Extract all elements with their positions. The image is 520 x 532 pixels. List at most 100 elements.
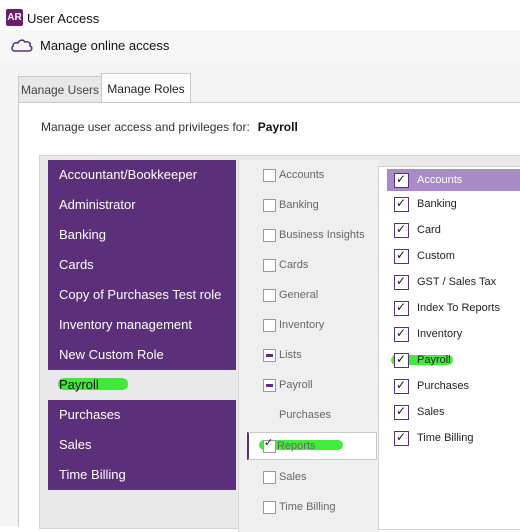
instruction-text: Manage user access and privileges for: Pa… <box>41 120 298 134</box>
checkbox-checked[interactable]: ✓ <box>394 430 409 446</box>
window-title: User Access <box>27 11 100 26</box>
area-item[interactable]: Banking <box>239 190 379 220</box>
role-item[interactable]: New Custom Role <box>48 340 236 370</box>
checkbox[interactable] <box>263 229 276 242</box>
area-item[interactable]: Time Billing <box>239 492 379 522</box>
cloud-icon <box>11 39 33 52</box>
checkbox-checked[interactable]: ✓ <box>394 222 409 238</box>
permission-label: Index To Reports <box>417 302 500 314</box>
role-item[interactable]: Administrator <box>48 190 236 220</box>
tabs-area: Manage Users Manage Roles Manage user ac… <box>0 62 520 532</box>
role-item[interactable]: Inventory management <box>48 310 236 340</box>
area-label: Purchases <box>279 409 331 421</box>
role-item[interactable]: Accountant/Bookkeeper <box>48 160 236 190</box>
checkbox-checked[interactable]: ✓ <box>394 300 409 316</box>
role-item[interactable]: Sales <box>48 430 236 460</box>
area-label: General <box>279 289 319 301</box>
permission-label: Accounts <box>417 174 463 186</box>
checkmark-icon: ✓ <box>396 274 407 288</box>
permission-item[interactable]: ✓ GST / Sales Tax <box>379 269 520 295</box>
area-label: Cards <box>279 259 309 271</box>
checkbox[interactable] <box>263 319 276 332</box>
checkbox-checked[interactable]: ✓ <box>263 437 276 453</box>
content-panel: Manage user access and privileges for: Pa… <box>18 102 520 532</box>
checkbox-checked[interactable]: ✓ <box>394 352 409 368</box>
area-label: Accounts <box>279 169 325 181</box>
area-label: Reports <box>277 440 316 452</box>
page-header: Manage online access <box>0 30 520 63</box>
area-item[interactable]: Payroll <box>239 370 379 400</box>
role-item[interactable]: Purchases <box>48 400 236 430</box>
tab-manage-roles[interactable]: Manage Roles <box>101 73 191 104</box>
checkbox-checked[interactable]: ✓ <box>394 274 409 290</box>
area-item[interactable]: Cards <box>239 250 379 280</box>
checkbox-checked[interactable]: ✓ <box>394 404 409 420</box>
checkmark-icon: ✓ <box>396 172 407 186</box>
area-label: Payroll <box>279 379 313 391</box>
permission-item[interactable]: ✓ Banking <box>379 191 520 217</box>
area-item[interactable]: Inventory <box>239 310 379 340</box>
role-item[interactable]: Copy of Purchases Test role <box>48 280 236 310</box>
area-item[interactable]: Purchases <box>239 400 379 430</box>
role-item[interactable]: Cards <box>48 250 236 280</box>
permission-label: Inventory <box>417 328 463 340</box>
checkbox[interactable] <box>263 199 276 212</box>
permission-label: Payroll <box>417 354 451 366</box>
checkbox[interactable] <box>263 169 276 182</box>
checkbox[interactable] <box>263 289 276 302</box>
checkmark-icon: ✓ <box>396 430 407 444</box>
permission-label: Purchases <box>417 380 469 392</box>
page-title: Manage online access <box>40 38 170 53</box>
checkbox-checked[interactable]: ✓ <box>394 326 409 342</box>
role-item[interactable]: Banking <box>48 220 236 250</box>
permission-item[interactable]: ✓ Card <box>379 217 520 243</box>
area-item[interactable]: Business Insights <box>239 220 379 250</box>
area-label: Sales <box>279 471 307 483</box>
permission-item[interactable]: ✓ Purchases <box>379 373 520 399</box>
checkbox-checked[interactable]: ✓ <box>394 378 409 394</box>
permissions-list: ✓ Accounts ✓ Banking ✓ Card ✓ Custom ✓ GST / … <box>378 166 520 530</box>
area-item[interactable]: Lists <box>239 340 379 370</box>
checkmark-icon: ✓ <box>396 196 407 210</box>
area-item[interactable]: Sales <box>239 462 379 492</box>
instruction-label: Manage user access and privileges for: <box>41 120 250 134</box>
permission-item[interactable]: ✓ Index To Reports <box>379 295 520 321</box>
checkbox[interactable] <box>263 471 276 484</box>
checkbox-checked[interactable]: ✓ <box>394 248 409 264</box>
role-item[interactable]: Time Billing <box>48 460 236 490</box>
role-item-selected[interactable]: Payroll <box>48 370 236 400</box>
app-logo-icon: AR <box>6 9 23 26</box>
checkbox-partial[interactable] <box>263 349 276 362</box>
area-label: Time Billing <box>279 501 336 513</box>
checkbox[interactable] <box>263 259 276 272</box>
area-label: Banking <box>279 199 319 211</box>
permission-label: GST / Sales Tax <box>417 276 497 288</box>
checkbox-checked[interactable]: ✓ <box>394 196 409 212</box>
permission-item[interactable]: ✓ Time Billing <box>379 425 520 451</box>
checkmark-icon: ✓ <box>396 248 407 262</box>
permission-item[interactable]: ✓ Sales <box>379 399 520 425</box>
roles-editor: Accountant/Bookkeeper Administrator Bank… <box>39 155 520 532</box>
checkbox-partial[interactable] <box>263 379 276 392</box>
area-item[interactable]: General <box>239 280 379 310</box>
permission-item[interactable]: ✓ Payroll <box>379 347 520 373</box>
permission-item[interactable]: ✓ Inventory <box>379 321 520 347</box>
checkbox-checked[interactable]: ✓ <box>394 172 409 188</box>
checkmark-icon: ✓ <box>264 437 274 449</box>
role-label: Payroll <box>59 377 99 392</box>
area-item-selected[interactable]: ✓ Reports <box>247 432 377 460</box>
area-item[interactable]: Accounts <box>239 160 379 190</box>
checkbox[interactable] <box>263 501 276 514</box>
selected-role-label: Payroll <box>257 120 298 134</box>
area-label: Inventory <box>279 319 325 331</box>
roles-list: Accountant/Bookkeeper Administrator Bank… <box>48 160 236 490</box>
areas-list: Accounts Banking Business Insights Cards… <box>238 160 379 532</box>
permission-item-selected[interactable]: ✓ Accounts <box>387 169 520 191</box>
permission-label: Custom <box>417 250 455 262</box>
checkmark-icon: ✓ <box>396 222 407 236</box>
permission-item[interactable]: ✓ Custom <box>379 243 520 269</box>
checkmark-icon: ✓ <box>396 352 407 366</box>
area-label: Lists <box>279 349 302 361</box>
tab-manage-users[interactable]: Manage Users <box>18 76 102 103</box>
area-label: Business Insights <box>279 229 365 241</box>
